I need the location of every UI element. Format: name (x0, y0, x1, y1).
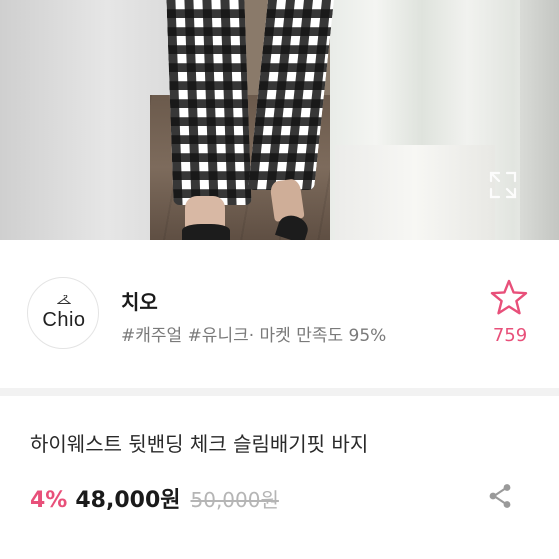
product-image[interactable] (0, 0, 559, 240)
product-title: 하이웨스트 뒷밴딩 체크 슬림배기핏 바지 (30, 432, 369, 456)
section-divider (0, 388, 559, 396)
discount-rate: 4% (30, 488, 68, 513)
expand-icon[interactable] (488, 170, 518, 200)
star-icon[interactable] (490, 279, 528, 315)
shop-logo-text: Chio (42, 309, 86, 331)
pants-left-leg (166, 0, 252, 205)
photo-door-edge (520, 0, 559, 240)
favorite-count: 759 (492, 325, 528, 346)
shop-logo[interactable]: Chio (27, 277, 99, 349)
shop-name[interactable]: 치오 (121, 286, 158, 315)
left-shoe (182, 224, 230, 240)
sale-price: 48,000원 (75, 488, 181, 513)
photo-curtain-hem (335, 145, 495, 240)
price-row: 4% 48,000원 50,000원 (30, 482, 279, 513)
original-price: 50,000원 (190, 488, 279, 512)
share-icon[interactable] (486, 482, 514, 510)
hanger-icon (57, 295, 71, 304)
shop-tags: #캐주얼 #유니크· 마켓 만족도 95% (121, 326, 387, 346)
